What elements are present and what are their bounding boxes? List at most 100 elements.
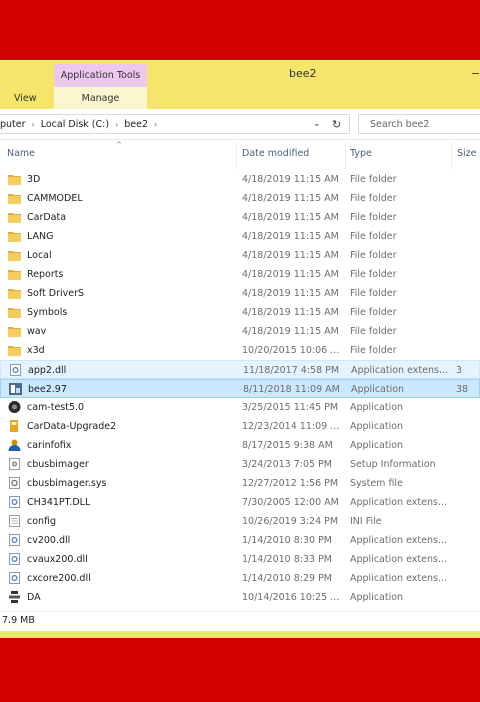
column-divider[interactable] xyxy=(451,143,452,169)
file-row[interactable]: x3d 10/20/2015 10:06 ... File folder xyxy=(0,341,480,360)
folder-icon xyxy=(8,287,21,299)
file-type: File folder xyxy=(350,193,397,204)
address-bar[interactable]: puter › Local Disk (C:) › bee2 › ⌄ ↻ xyxy=(0,114,350,134)
file-date-modified: 1/14/2010 8:30 PM xyxy=(242,535,333,546)
breadcrumb-bee2[interactable]: bee2 xyxy=(124,115,148,134)
file-date-modified: 4/18/2019 11:15 AM xyxy=(242,193,339,204)
explorer-window: Application Tools bee2 − View Manage put… xyxy=(0,60,480,631)
file-date-modified: 12/27/2012 1:56 PM xyxy=(242,478,339,489)
file-name: cvaux200.dll xyxy=(27,554,88,565)
minimize-button[interactable]: − xyxy=(471,60,480,88)
file-date-modified: 7/30/2005 12:00 AM xyxy=(242,497,339,508)
file-name: LANG xyxy=(27,231,54,242)
column-divider[interactable] xyxy=(345,143,346,169)
file-row[interactable]: cvaux200.dll 1/14/2010 8:33 PM Application… xyxy=(0,550,480,569)
file-date-modified: 4/18/2019 11:15 AM xyxy=(242,231,339,242)
file-row[interactable]: Symbols 4/18/2019 11:15 AM File folder xyxy=(0,303,480,322)
upgrade-icon xyxy=(8,420,21,432)
file-name: app2.dll xyxy=(28,365,67,376)
file-row[interactable]: CAMMODEL 4/18/2019 11:15 AM File folder xyxy=(0,189,480,208)
file-row[interactable]: LANG 4/18/2019 11:15 AM File folder xyxy=(0,227,480,246)
file-name: carinfofix xyxy=(27,440,72,451)
file-date-modified: 4/18/2019 11:15 AM xyxy=(242,269,339,280)
column-divider[interactable] xyxy=(236,143,237,169)
file-date-modified: 4/18/2019 11:15 AM xyxy=(242,288,339,299)
column-header: ^ Name Date modified Type Size xyxy=(0,139,480,171)
app-icon xyxy=(9,383,22,395)
ini-icon xyxy=(8,515,21,527)
file-name: Local xyxy=(27,250,52,261)
breadcrumb-computer[interactable]: puter xyxy=(0,115,26,134)
file-name: Soft DriverS xyxy=(27,288,85,299)
file-type: File folder xyxy=(350,326,397,337)
file-size: 3 xyxy=(456,365,463,376)
file-date-modified: 1/14/2010 8:33 PM xyxy=(242,554,333,565)
chevron-right-icon[interactable]: › xyxy=(115,115,118,134)
file-date-modified: 12/23/2014 11:09 ... xyxy=(242,421,340,432)
file-row[interactable]: CH341PT.DLL 7/30/2005 12:00 AM Application… xyxy=(0,493,480,512)
tab-view[interactable]: View xyxy=(14,87,37,110)
file-date-modified: 4/18/2019 11:15 AM xyxy=(242,250,339,261)
file-type: Setup Information xyxy=(350,459,436,470)
file-date-modified: 3/24/2013 7:05 PM xyxy=(242,459,333,470)
column-header-size[interactable]: Size xyxy=(457,148,477,159)
folder-icon xyxy=(8,230,21,242)
chevron-right-icon[interactable]: › xyxy=(32,115,35,134)
column-header-type[interactable]: Type xyxy=(350,148,372,159)
file-type: File folder xyxy=(350,307,397,318)
file-name: cbusbimager xyxy=(27,459,89,470)
file-type: File folder xyxy=(350,174,397,185)
sort-ascending-icon: ^ xyxy=(116,141,122,149)
file-row[interactable]: cbusbimager 3/24/2013 7:05 PM Setup Inform… xyxy=(0,455,480,474)
refresh-icon[interactable]: ↻ xyxy=(332,115,341,134)
file-name: bee2.97 xyxy=(28,384,67,395)
file-type: Application xyxy=(350,421,404,432)
file-name: wav xyxy=(27,326,47,337)
file-type: Application extens... xyxy=(351,365,448,376)
file-date-modified: 10/20/2015 10:06 ... xyxy=(242,345,340,356)
file-row[interactable]: Soft DriverS 4/18/2019 11:15 AM File folde… xyxy=(0,284,480,303)
file-type: Application xyxy=(350,592,404,603)
window-bottom-border xyxy=(0,631,480,638)
file-type: Application extens... xyxy=(350,554,447,565)
file-row[interactable]: CarData 4/18/2019 11:15 AM File folder xyxy=(0,208,480,227)
file-row[interactable]: cam-test5.0 3/25/2015 11:45 PM Application xyxy=(0,398,480,417)
chevron-right-icon[interactable]: › xyxy=(154,115,157,134)
tab-manage[interactable]: Manage xyxy=(54,87,147,110)
file-row[interactable]: config 10/26/2019 3:24 PM INI File xyxy=(0,512,480,531)
file-type: Application extens... xyxy=(350,535,447,546)
file-date-modified: 10/26/2019 3:24 PM xyxy=(242,516,339,527)
file-row[interactable]: cv200.dll 1/14/2010 8:30 PM Application ex… xyxy=(0,531,480,550)
file-row[interactable]: 3D 4/18/2019 11:15 AM File folder xyxy=(0,170,480,189)
dll-icon xyxy=(8,553,21,565)
file-name: cbusbimager.sys xyxy=(27,478,107,489)
file-row[interactable]: Local 4/18/2019 11:15 AM File folder xyxy=(0,246,480,265)
breadcrumb-local-disk[interactable]: Local Disk (C:) xyxy=(41,115,109,134)
title-bar: Application Tools bee2 − xyxy=(0,60,480,87)
folder-icon xyxy=(8,306,21,318)
column-header-name[interactable]: Name xyxy=(7,148,35,159)
ribbon-tabs: View Manage xyxy=(0,87,480,110)
dll-icon xyxy=(9,364,22,376)
file-row[interactable]: wav 4/18/2019 11:15 AM File folder xyxy=(0,322,480,341)
file-type: File folder xyxy=(350,250,397,261)
folder-icon xyxy=(8,344,21,356)
file-name: Symbols xyxy=(27,307,68,318)
file-name: CAMMODEL xyxy=(27,193,83,204)
file-name: Reports xyxy=(27,269,64,280)
dll-icon xyxy=(8,534,21,546)
file-row[interactable]: cxcore200.dll 1/14/2010 8:29 PM Applicatio… xyxy=(0,569,480,588)
file-row[interactable]: CarData-Upgrade2 12/23/2014 11:09 ... Appl… xyxy=(0,417,480,436)
network-icon xyxy=(8,591,21,603)
column-header-date[interactable]: Date modified xyxy=(242,148,309,159)
file-row[interactable]: cbusbimager.sys 12/27/2012 1:56 PM System … xyxy=(0,474,480,493)
search-input[interactable]: Search bee2 xyxy=(358,114,480,134)
file-row[interactable]: Reports 4/18/2019 11:15 AM File folder xyxy=(0,265,480,284)
file-type: File folder xyxy=(350,345,397,356)
file-row[interactable]: DA 10/14/2016 10:25 ... Application xyxy=(0,588,480,607)
file-row[interactable]: app2.dll 11/18/2017 4:58 PM Application ex… xyxy=(0,360,480,379)
file-row[interactable]: bee2.97 8/11/2018 11:09 AM Application 38 xyxy=(0,379,480,398)
file-row[interactable]: carinfofix 8/17/2015 9:38 AM Application xyxy=(0,436,480,455)
file-date-modified: 8/11/2018 11:09 AM xyxy=(243,384,340,395)
chevron-down-icon[interactable]: ⌄ xyxy=(313,115,321,134)
